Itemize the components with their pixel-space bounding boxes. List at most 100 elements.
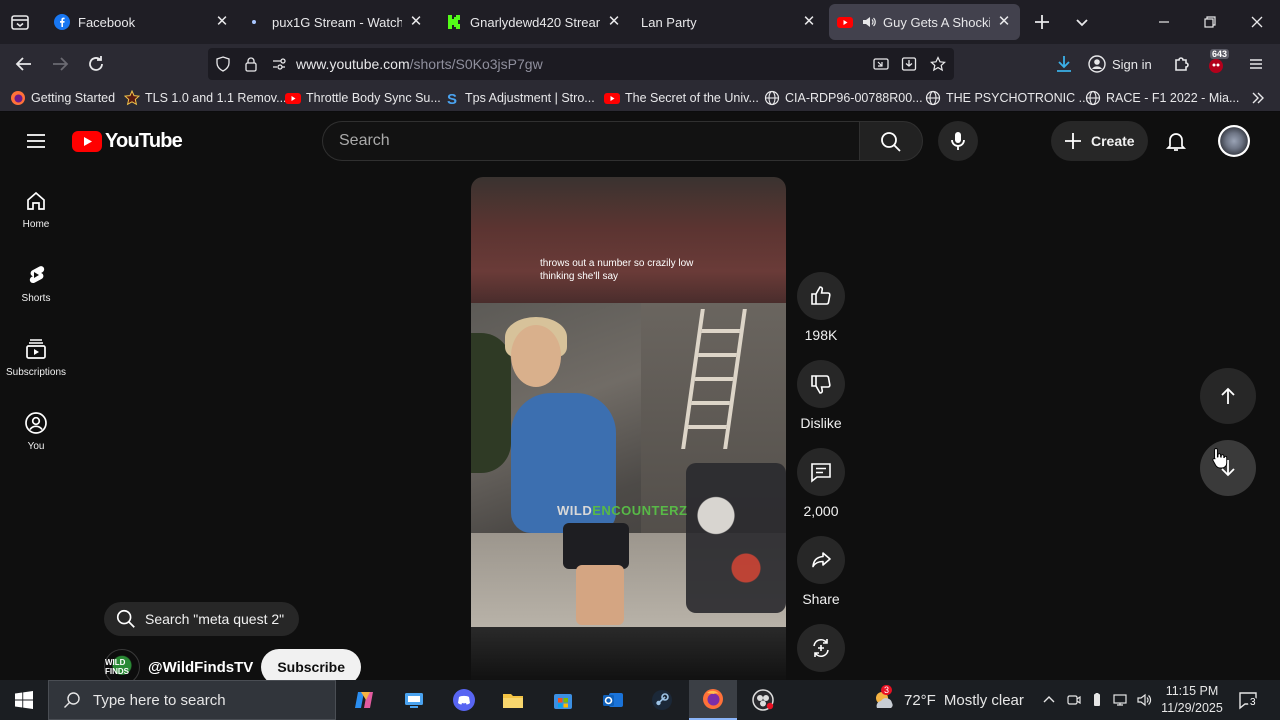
weather-widget[interactable]: 3 72°F Mostly clear [872, 680, 1024, 720]
dislike-button[interactable]: Dislike [791, 360, 851, 431]
home-icon [24, 189, 48, 213]
voice-search-button[interactable] [938, 121, 978, 161]
create-label: Create [1091, 133, 1135, 149]
bookmark-star-icon[interactable] [930, 56, 946, 72]
outlook-app-icon[interactable] [589, 680, 637, 720]
tab-close-icon[interactable]: ✕ [606, 14, 622, 30]
facebook-icon [54, 14, 70, 30]
share-arrow-icon [812, 552, 831, 568]
sign-in-button[interactable]: Sign in [1088, 50, 1152, 78]
tab-lan-party[interactable]: Lan Party ✕ [633, 4, 825, 40]
downloads-icon[interactable] [1052, 52, 1076, 76]
bookmark-tps-adjustment[interactable]: S Tps Adjustment | Stro... [444, 89, 595, 107]
system-clock[interactable]: 11:15 PM 11/29/2025 [1156, 683, 1228, 717]
channel-avatar[interactable]: WILD FINDS [104, 649, 140, 680]
extension-badge-icon[interactable]: 643 [1204, 49, 1230, 76]
globe-icon [925, 90, 941, 106]
steam-app-icon[interactable] [638, 680, 686, 720]
lock-icon[interactable] [243, 56, 259, 72]
comments-button[interactable]: 2,000 [791, 448, 851, 519]
new-tab-plus-icon[interactable] [1030, 10, 1054, 34]
tab-close-icon[interactable]: ✕ [801, 14, 817, 30]
youtube-logo[interactable]: YouTube [72, 129, 183, 153]
reload-icon[interactable] [84, 52, 108, 76]
address-bar[interactable]: www.youtube.com/shorts/S0Ko3jsP7gw [208, 48, 954, 80]
next-short-button[interactable] [1200, 440, 1256, 496]
notifications-bell-icon[interactable] [1164, 129, 1188, 153]
guide-menu-hamburger-icon[interactable] [24, 129, 48, 153]
video-top-blur [471, 177, 786, 303]
browser-tab-bar: Facebook ✕ pux1G Stream - Watch Live ✕ G… [0, 0, 1280, 44]
firefox-app-icon[interactable] [689, 680, 737, 720]
share-button[interactable]: Share [791, 536, 851, 607]
extension-count: 643 [1210, 49, 1230, 59]
taskbar-search-input[interactable]: Type here to search [48, 680, 336, 720]
speaker-icon[interactable] [861, 14, 877, 30]
bookmark-label: The Secret of the Univ... [625, 91, 759, 105]
bookmark-secret-of-universe[interactable]: The Secret of the Univ... [604, 89, 759, 107]
close-window-icon[interactable] [1245, 10, 1269, 34]
search-input[interactable]: Search [322, 121, 859, 161]
more-bookmarks-chevron-icon[interactable] [1250, 89, 1266, 107]
channel-name[interactable]: @WildFindsTV [148, 659, 253, 676]
like-button[interactable]: 198K [791, 272, 851, 343]
extensions-puzzle-icon[interactable] [1170, 52, 1194, 76]
shield-icon[interactable] [215, 56, 231, 72]
subscribe-button[interactable]: Subscribe [261, 649, 362, 680]
guide-item-home[interactable]: Home [0, 189, 72, 230]
bookmark-cia-rdp96[interactable]: CIA-RDP96-00788R00... [764, 89, 923, 107]
url-text[interactable]: www.youtube.com/shorts/S0Ko3jsP7gw [296, 56, 543, 72]
tab-gnarlydewd-stream[interactable]: Gnarlydewd420 Stream - Watch ✕ [438, 4, 630, 40]
restore-icon[interactable] [1198, 10, 1222, 34]
battery-icon[interactable] [1089, 692, 1105, 708]
url-domain: www.youtube.com [296, 56, 410, 72]
previous-short-button[interactable] [1200, 368, 1256, 424]
windows-start-icon[interactable] [0, 680, 48, 720]
tab-close-icon[interactable]: ✕ [214, 14, 230, 30]
tab-close-icon[interactable]: ✕ [408, 14, 424, 30]
forward-arrow-icon[interactable] [48, 52, 72, 76]
save-to-pocket-icon[interactable] [901, 56, 917, 72]
copilot-app-icon[interactable] [340, 680, 388, 720]
guide-label: Subscriptions [5, 367, 67, 378]
bookmark-label: Tps Adjustment | Stro... [465, 91, 595, 105]
bookmark-tls[interactable]: TLS 1.0 and 1.1 Remov... [124, 89, 287, 107]
search-button[interactable] [859, 121, 923, 161]
remix-button[interactable] [791, 624, 851, 672]
tab-pux1g-stream[interactable]: pux1G Stream - Watch Live ✕ [240, 4, 432, 40]
create-button[interactable]: Create [1051, 121, 1148, 161]
guide-item-shorts[interactable]: Shorts [0, 263, 72, 304]
file-explorer-app-icon[interactable] [489, 680, 537, 720]
back-arrow-icon[interactable] [12, 52, 36, 76]
bookmark-race-f1[interactable]: RACE - F1 2022 - Mia... [1085, 89, 1239, 107]
remote-desktop-app-icon[interactable] [390, 680, 438, 720]
tab-youtube-short[interactable]: Guy Gets A Shocking ✕ [829, 4, 1020, 40]
list-all-tabs-chevron-icon[interactable] [1070, 10, 1094, 34]
minimize-icon[interactable] [1152, 10, 1176, 34]
guide-item-subscriptions[interactable]: Subscriptions [0, 337, 72, 378]
discord-app-icon[interactable] [440, 680, 488, 720]
show-hidden-icons-chevron-icon[interactable] [1041, 692, 1057, 708]
app-menu-hamburger-icon[interactable] [1244, 52, 1268, 76]
guide-item-you[interactable]: You [0, 411, 72, 452]
page-permissions-icon[interactable] [271, 56, 287, 72]
short-video-player[interactable]: throws out a number so crazily low think… [471, 177, 786, 680]
bookmark-throttle-body[interactable]: Throttle Body Sync Su... [285, 89, 441, 107]
tab-close-icon[interactable]: ✕ [996, 14, 1012, 30]
meet-now-icon[interactable] [1066, 692, 1082, 708]
thumbs-down-icon [811, 375, 831, 394]
bookmark-getting-started[interactable]: Getting Started [10, 89, 115, 107]
you-icon [24, 411, 48, 435]
picture-in-picture-icon[interactable] [873, 56, 889, 72]
account-avatar[interactable] [1218, 125, 1250, 157]
action-center-icon[interactable]: 3 [1238, 690, 1258, 710]
suggested-search-chip[interactable]: Search "meta quest 2" [104, 602, 300, 636]
subscriptions-icon [24, 337, 48, 361]
bookmark-psychotronic[interactable]: THE PSYCHOTRONIC ... [925, 89, 1089, 107]
tab-facebook[interactable]: Facebook ✕ [46, 4, 238, 40]
obs-app-icon[interactable] [739, 680, 787, 720]
microsoft-store-app-icon[interactable] [539, 680, 587, 720]
tab-list-icon[interactable] [8, 10, 32, 34]
volume-icon[interactable] [1136, 692, 1152, 708]
network-icon[interactable] [1112, 692, 1128, 708]
